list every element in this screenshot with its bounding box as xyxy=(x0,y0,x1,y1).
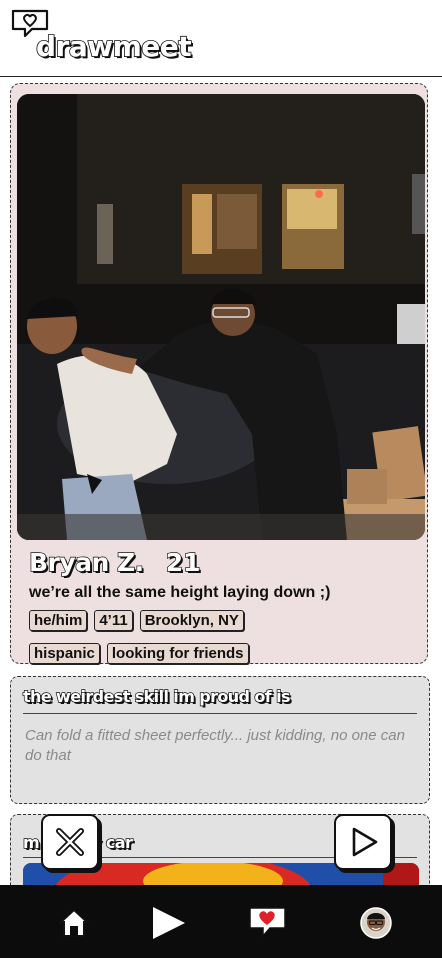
next-button[interactable] xyxy=(334,814,392,870)
tag-intent: looking for friends xyxy=(106,643,249,664)
profile-avatar xyxy=(360,907,392,939)
prompt-card: the weirdest skill im proud of is Can fo… xyxy=(10,676,430,804)
play-icon xyxy=(352,827,378,857)
x-icon xyxy=(56,828,84,856)
profile-name: Bryan Z. xyxy=(28,547,145,577)
prompt-divider xyxy=(23,713,417,714)
home-icon xyxy=(58,908,90,937)
tag-height: 4’11 xyxy=(94,610,133,631)
app-header: drawmeet xyxy=(0,0,442,77)
profile-tags: he/him 4’11 Brooklyn, NY hispanic lookin… xyxy=(29,610,419,664)
nav-profile[interactable] xyxy=(356,903,396,943)
profile-tagline: we’re all the same height laying down ;) xyxy=(29,584,331,601)
prompt-title: the weirdest skill im proud of is xyxy=(22,686,291,706)
pass-button[interactable] xyxy=(41,814,99,870)
nav-play[interactable] xyxy=(148,903,188,943)
prompt-answer: Can fold a fitted sheet perfectly... jus… xyxy=(25,727,405,764)
profile-photo xyxy=(17,94,425,540)
profile-age: 21 xyxy=(165,547,201,577)
profile-card: Bryan Z. 21 we’re all the same height la… xyxy=(10,83,428,664)
heart-chat-icon xyxy=(249,907,286,938)
brand-logo-text[interactable]: drawmeet xyxy=(35,29,192,64)
nav-matches[interactable] xyxy=(248,903,288,943)
tag-pronouns: he/him xyxy=(29,610,88,631)
tag-location: Brooklyn, NY xyxy=(139,610,244,631)
nav-home[interactable] xyxy=(54,903,94,943)
play-icon xyxy=(153,907,185,939)
bottom-navigation xyxy=(0,885,442,958)
tag-ethnicity: hispanic xyxy=(29,643,100,664)
